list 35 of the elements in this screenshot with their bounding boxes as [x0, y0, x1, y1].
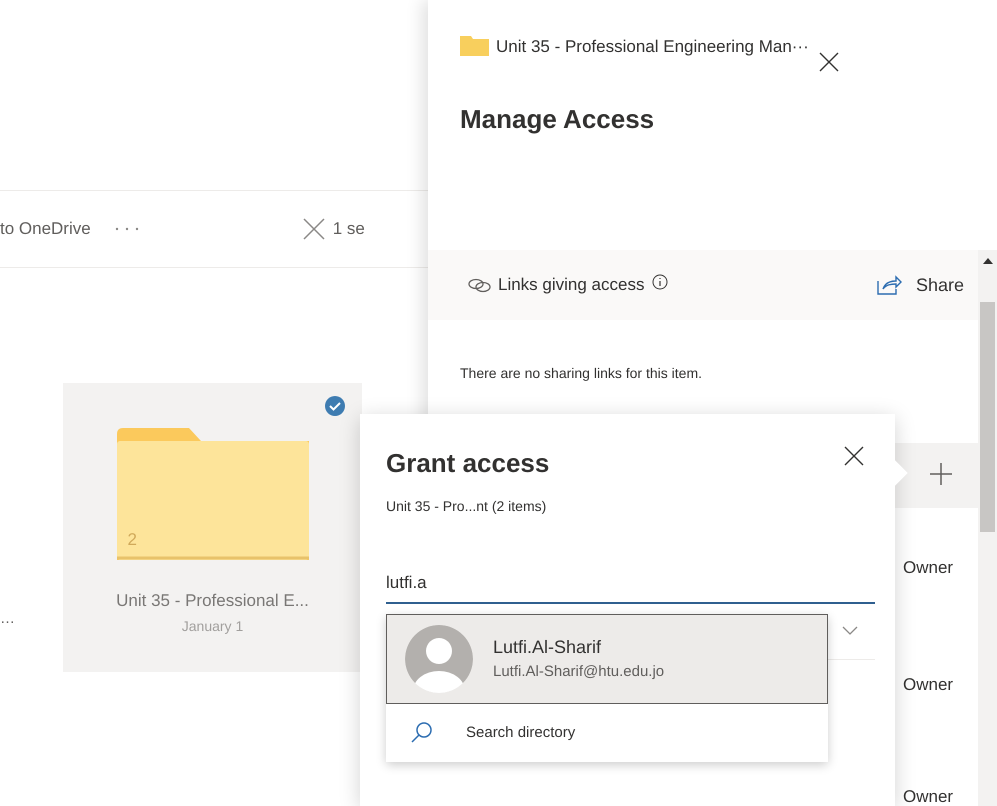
- link-icon: [468, 277, 492, 293]
- folder-tile[interactable]: 2 Unit 35 - Professional E... January 1: [63, 383, 362, 672]
- section-heading: Links giving access: [498, 274, 644, 296]
- suggestion-item[interactable]: Lutfi.Al-Sharif Lutfi.Al-Sharif@htu.edu.jo: [386, 614, 828, 704]
- callout-subtitle: Unit 35 - Pro...nt (2 items): [386, 497, 546, 516]
- share-icon: [876, 275, 902, 295]
- permission-label[interactable]: Owner: [903, 784, 954, 806]
- selection-count: 1 se: [332, 218, 365, 240]
- check-circle-icon[interactable]: [324, 395, 346, 417]
- people-input[interactable]: lutfi.a: [386, 564, 875, 604]
- command-label[interactable]: to OneDrive: [0, 216, 91, 242]
- chevron-down-icon[interactable]: [842, 626, 858, 636]
- callout-title: Grant access: [386, 447, 550, 480]
- add-icon[interactable]: [930, 463, 952, 485]
- share-button[interactable]: Share: [876, 272, 964, 298]
- item-title: Unit 35 - Professional Engineering Man···: [496, 36, 809, 58]
- avatar-icon: [405, 625, 473, 693]
- empty-message: There are no sharing links for this item.: [460, 364, 702, 383]
- search-icon: [410, 721, 434, 745]
- close-icon[interactable]: [844, 446, 864, 466]
- info-icon[interactable]: [652, 274, 668, 290]
- folder-icon: [460, 36, 489, 56]
- permission-label[interactable]: Owner: [903, 555, 954, 580]
- scrollbar[interactable]: [978, 250, 997, 806]
- person-email: Lutfi.Al-Sharif@htu.edu.jo: [493, 662, 664, 682]
- search-directory-button[interactable]: Search directory: [386, 704, 828, 762]
- file-name: Unit 35 - Professional E...: [116, 590, 309, 612]
- close-icon[interactable]: [818, 52, 839, 72]
- panel-title: Manage Access: [459, 103, 656, 136]
- more-icon[interactable]: [114, 227, 139, 231]
- file-date: January 1: [182, 616, 244, 636]
- permission-label[interactable]: Owner: [903, 672, 954, 698]
- file-name: …: [0, 609, 16, 629]
- person-name: Lutfi.Al-Sharif: [493, 636, 602, 660]
- folder-icon: 2: [116, 426, 308, 562]
